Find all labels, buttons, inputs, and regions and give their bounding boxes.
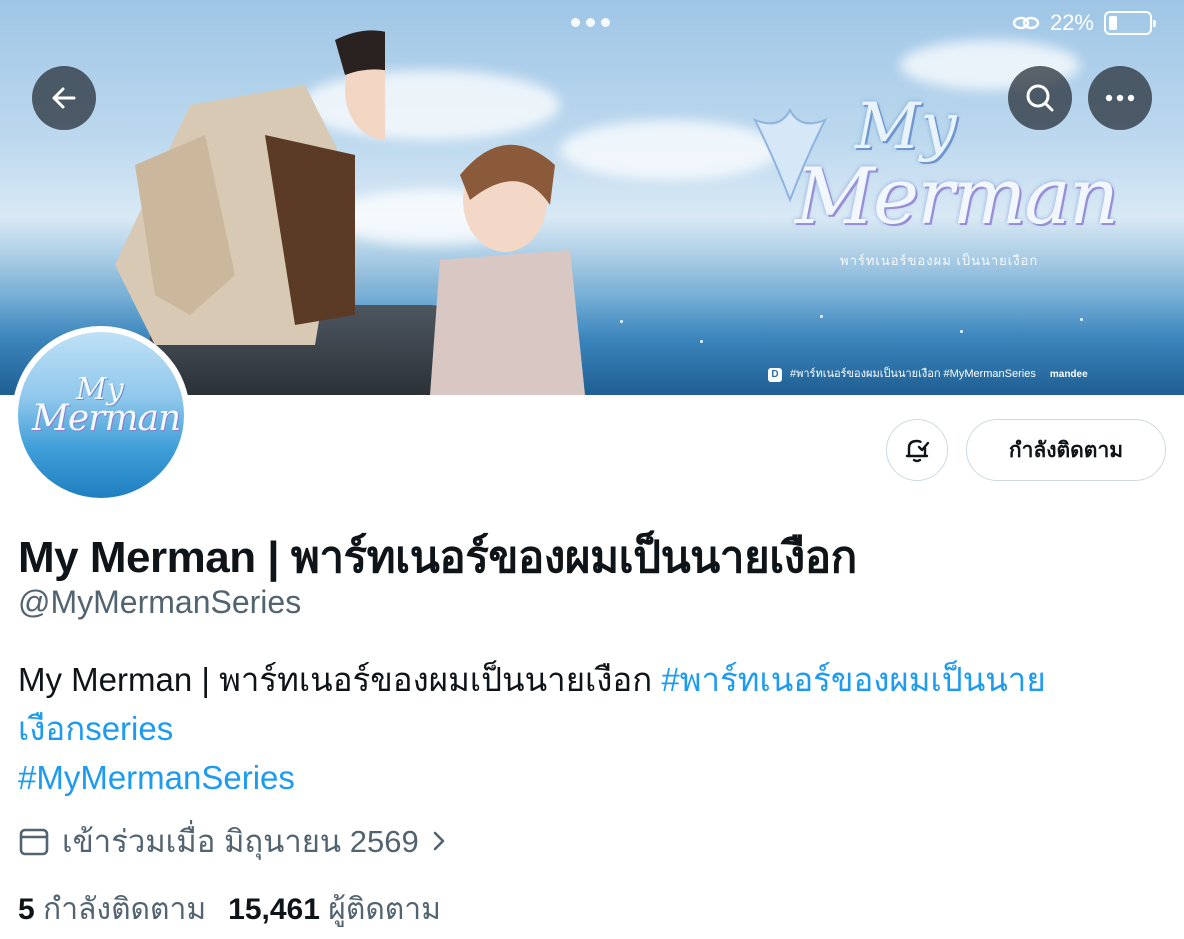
arrow-left-icon — [52, 87, 76, 109]
back-button[interactable] — [32, 66, 96, 130]
status-dots — [571, 18, 610, 27]
followers-count-link[interactable]: 15,461 ผู้ติดตาม — [228, 886, 441, 933]
link-icon — [1012, 16, 1040, 30]
avatar-image: My Merman — [18, 332, 184, 498]
follow-stats: 5 กำลังติดตาม 15,461 ผู้ติดตาม — [18, 886, 441, 933]
person-figure — [115, 30, 385, 345]
status-bar: 22% — [1012, 10, 1156, 36]
sparkle — [820, 315, 823, 318]
following-label: กำลังติดตาม — [43, 893, 207, 926]
sparkle — [700, 340, 703, 343]
joined-text: เข้าร่วมเมื่อ มิถุนายน 2569 — [62, 824, 419, 859]
chevron-right-icon — [433, 831, 444, 851]
profile-banner[interactable]: My Merman พาร์ทเนอร์ของผม เป็นนายเงือก D… — [0, 0, 1184, 395]
avatar-logo-merman: Merman — [32, 398, 181, 439]
battery-icon — [1104, 11, 1156, 35]
banner-logo-subtitle: พาร์ทเนอร์ของผม เป็นนายเงือก — [840, 253, 1039, 268]
brand-logo: mandee — [1049, 369, 1088, 380]
battery-fill — [1109, 16, 1117, 30]
more-options-button[interactable] — [1088, 66, 1152, 130]
search-icon — [1026, 84, 1054, 112]
sparkle — [620, 320, 623, 323]
username-handle: @MyMermanSeries — [18, 584, 302, 620]
sparkle — [1080, 318, 1083, 321]
bell-check-icon — [905, 439, 930, 463]
person-figure — [430, 144, 585, 395]
bio-text: My Merman | พาร์ทเนอร์ของผมเป็นนายเงือก — [18, 661, 662, 698]
battery-percent: 22% — [1049, 10, 1094, 35]
following-count-link[interactable]: 5 กำลังติดตาม — [18, 886, 206, 933]
following-button[interactable]: กำลังติดตาม — [966, 419, 1166, 481]
banner-footer: D #พาร์ทเนอร์ของผมเป็นนายเงือก #MyMermanS… — [768, 364, 1088, 382]
banner-hashtags: #พาร์ทเนอร์ของผมเป็นนายเงือก #MyMermanSe… — [790, 368, 1036, 380]
search-button[interactable] — [1008, 66, 1072, 130]
followers-label: ผู้ติดตาม — [328, 893, 441, 926]
badge-icon: D — [768, 368, 782, 382]
banner-logo-merman: Merman — [795, 152, 1119, 242]
display-name: My Merman | พาร์ทเนอร์ของผมเป็นนายเงือก — [18, 533, 857, 582]
avatar[interactable]: My Merman — [12, 326, 190, 504]
following-count: 5 — [18, 893, 35, 926]
notifications-button[interactable] — [886, 419, 948, 481]
more-horizontal-icon — [1105, 94, 1135, 102]
sparkle — [960, 330, 963, 333]
calendar-icon — [19, 828, 49, 856]
hashtag-link[interactable]: #MyMermanSeries — [18, 759, 295, 796]
followers-count: 15,461 — [228, 893, 320, 926]
bio: My Merman | พาร์ทเนอร์ของผมเป็นนายเงือก … — [18, 655, 1168, 802]
joined-date[interactable]: เข้าร่วมเมื่อ มิถุนายน 2569 — [18, 816, 447, 866]
